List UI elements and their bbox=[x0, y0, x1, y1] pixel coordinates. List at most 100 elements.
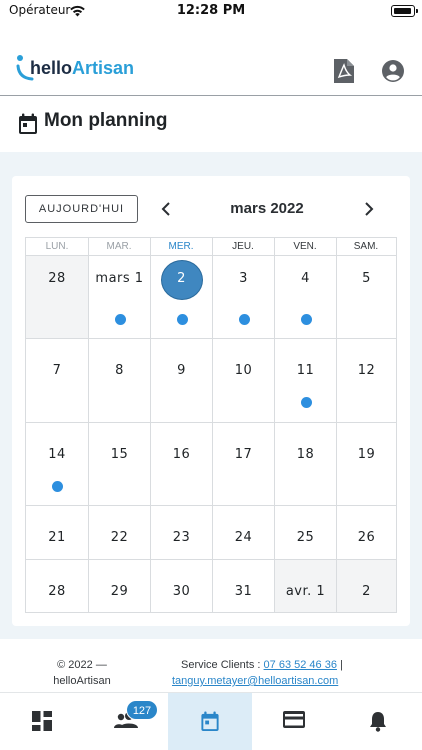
event-dot[interactable] bbox=[52, 481, 63, 492]
notifications-icon bbox=[370, 712, 386, 732]
calendar-day-cell[interactable]: avr. 1 bbox=[274, 559, 336, 612]
calendar-day-cell[interactable]: 12 bbox=[336, 338, 396, 422]
calendar-day-cell[interactable]: 30 bbox=[150, 559, 212, 612]
event-dot[interactable] bbox=[177, 314, 188, 325]
day-number: 21 bbox=[48, 530, 66, 545]
calendar-day-cell[interactable]: 29 bbox=[88, 559, 150, 612]
page-title: Mon planning bbox=[44, 110, 168, 131]
phone-link[interactable]: 07 63 52 46 36 bbox=[264, 659, 337, 671]
logo-text-artisan: Artisan bbox=[72, 58, 135, 78]
day-number: 24 bbox=[234, 530, 253, 545]
day-number: 29 bbox=[110, 584, 129, 599]
day-number: 28 bbox=[48, 271, 66, 286]
day-number: 16 bbox=[172, 447, 191, 462]
weekday-header: SAM. bbox=[353, 241, 379, 252]
service-label: Service Clients : bbox=[181, 659, 261, 671]
calendar-day-cell[interactable]: mars 1 bbox=[88, 255, 150, 338]
calendar-day-cell[interactable]: 14 bbox=[26, 422, 88, 505]
page-header: Mon planning bbox=[0, 98, 422, 152]
weekday-header: LUN. bbox=[45, 241, 69, 252]
day-number: 22 bbox=[110, 530, 129, 545]
nav-item-calendar[interactable] bbox=[168, 693, 252, 750]
calendar-day-cell[interactable]: 24 bbox=[212, 505, 274, 559]
calendar-day-cell[interactable]: 15 bbox=[88, 422, 150, 505]
email-link[interactable]: tanguy.metayer@helloartisan.com bbox=[172, 675, 338, 687]
calendar-day-cell[interactable]: 5 bbox=[336, 255, 396, 338]
calendar-grid: LUN. MAR. MER. JEU. VEN. SAM. 28 mars 123457891… bbox=[25, 237, 397, 613]
event-dot[interactable] bbox=[301, 397, 312, 408]
helloartisan-logo[interactable]: helloArtisan bbox=[16, 52, 146, 86]
copyright-line: © 2022 — bbox=[57, 659, 107, 671]
calendar-day-cell[interactable]: 4 bbox=[274, 255, 336, 338]
calendar-day-cell[interactable]: 2 bbox=[150, 255, 212, 338]
calendar-day-cell[interactable]: 21 bbox=[26, 505, 88, 559]
calendar-day-cell[interactable]: 23 bbox=[150, 505, 212, 559]
calendar-day-cell[interactable]: 19 bbox=[336, 422, 396, 505]
nav-item-dashboard[interactable] bbox=[0, 693, 84, 750]
day-number: 7 bbox=[52, 363, 62, 378]
copyright-brand: helloArtisan bbox=[53, 675, 111, 687]
calendar-day-cell[interactable]: 28 bbox=[26, 559, 88, 612]
day-number: 26 bbox=[357, 530, 376, 545]
day-number: 12 bbox=[357, 363, 376, 378]
account-circle-icon[interactable] bbox=[381, 59, 405, 83]
calendar-day-cell[interactable]: 25 bbox=[274, 505, 336, 559]
day-number: 10 bbox=[234, 363, 253, 378]
event-dot[interactable] bbox=[239, 314, 250, 325]
day-number: 2 bbox=[177, 271, 186, 286]
weekday-header: MER. bbox=[168, 241, 194, 252]
day-number: 25 bbox=[296, 530, 315, 545]
app-header: helloArtisan bbox=[0, 44, 422, 96]
weekday-header: MAR. bbox=[106, 241, 132, 252]
day-number: 15 bbox=[110, 447, 129, 462]
pdf-icon[interactable] bbox=[332, 58, 356, 84]
dashboard-icon bbox=[32, 711, 52, 731]
today-button[interactable]: AUJOURD'HUI bbox=[25, 195, 138, 223]
day-number: 17 bbox=[234, 447, 253, 462]
calendar-icon bbox=[201, 711, 219, 732]
clients-count-badge: 127 bbox=[126, 700, 158, 720]
status-bar: Opérateur 12:28 PM bbox=[0, 0, 422, 24]
calendar-day-cell[interactable]: 28 bbox=[26, 255, 88, 338]
logo-text: helloArtisan bbox=[30, 58, 134, 79]
calendar-day-cell[interactable]: 16 bbox=[150, 422, 212, 505]
day-number: 3 bbox=[239, 271, 248, 286]
day-number: 14 bbox=[48, 447, 66, 462]
chevron-right-icon[interactable] bbox=[361, 200, 377, 218]
day-number: 8 bbox=[115, 363, 124, 378]
month-label: mars 2022 bbox=[230, 200, 304, 217]
calendar-day-cell[interactable]: 7 bbox=[26, 338, 88, 422]
day-number: mars 1 bbox=[95, 271, 144, 286]
calendar-day-cell[interactable]: 31 bbox=[212, 559, 274, 612]
day-number: 31 bbox=[234, 584, 253, 599]
chevron-left-icon[interactable] bbox=[158, 200, 174, 218]
calendar-day-cell[interactable]: 11 bbox=[274, 338, 336, 422]
calendar-day-cell[interactable]: 18 bbox=[274, 422, 336, 505]
battery-icon bbox=[391, 5, 418, 17]
nav-item-payments[interactable] bbox=[252, 693, 336, 750]
calendar-day-cell[interactable]: 10 bbox=[212, 338, 274, 422]
day-number: 5 bbox=[362, 271, 371, 286]
day-number: 11 bbox=[296, 363, 315, 378]
day-number: 19 bbox=[357, 447, 376, 462]
bottom-nav bbox=[0, 692, 422, 750]
day-number: avr. 1 bbox=[285, 584, 326, 599]
calendar-day-cell[interactable]: 3 bbox=[212, 255, 274, 338]
event-dot[interactable] bbox=[301, 314, 312, 325]
calendar-day-cell[interactable]: 17 bbox=[212, 422, 274, 505]
event-dot[interactable] bbox=[115, 314, 126, 325]
calendar-day-cell[interactable]: 8 bbox=[88, 338, 150, 422]
clock: 12:28 PM bbox=[176, 3, 246, 18]
logo-text-hello: hello bbox=[30, 58, 73, 78]
calendar-day-cell[interactable]: 9 bbox=[150, 338, 212, 422]
day-number: 9 bbox=[177, 363, 186, 378]
calendar-day-cell[interactable]: 22 bbox=[88, 505, 150, 559]
nav-item-clients[interactable] bbox=[84, 693, 168, 750]
calendar-day-cell[interactable]: 26 bbox=[336, 505, 396, 559]
weekday-header: JEU. bbox=[232, 241, 254, 252]
day-number: 2 bbox=[362, 584, 371, 599]
calendar-day-cell[interactable]: 2 bbox=[336, 559, 396, 612]
day-number: 30 bbox=[172, 584, 191, 599]
footer-copyright: © 2022 — helloArtisan bbox=[40, 657, 124, 689]
nav-item-notifications[interactable] bbox=[336, 693, 420, 750]
